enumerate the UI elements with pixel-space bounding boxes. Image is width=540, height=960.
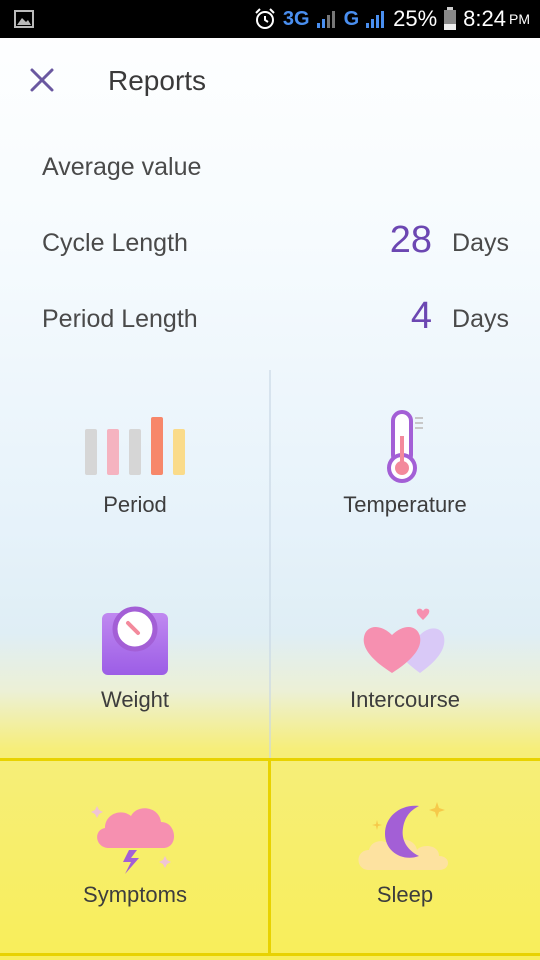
page-title: Reports [108,65,207,96]
intercourse-label: Intercourse [349,687,461,712]
clock-time: 8:24 [463,6,506,31]
report-category-grid: Period Temperature Weight Intercourse Sy… [0,370,540,956]
period-length-label: Period Length [42,305,198,333]
toolbar: Reports [0,38,540,124]
period-length-value: 4 [410,295,432,337]
weight-label: Weight [100,687,170,712]
period-length-unit: Days [452,305,509,333]
scale-icon [102,606,168,675]
average-heading: Average value [42,153,202,181]
battery-percent: 25% [393,6,438,31]
symptoms-label: Symptoms [83,882,187,907]
sleep-label: Sleep [376,882,434,907]
period-report-tile[interactable]: Period [0,370,270,565]
symptoms-report-tile[interactable]: Symptoms [0,760,270,955]
signal-icon-1 [316,11,335,28]
cycle-length-value: 28 [389,219,432,261]
period-length-row: Period Length 4 Days [0,295,540,345]
weight-report-tile[interactable]: Weight [0,565,270,760]
close-button[interactable] [24,62,60,98]
temperature-report-tile[interactable]: Temperature [270,370,540,565]
close-icon [30,68,54,92]
moon-cloud-icon [358,802,448,870]
alarm-icon [255,8,275,29]
intercourse-report-tile[interactable]: Intercourse [270,565,540,760]
clock-ampm: PM [509,11,530,27]
battery-icon [444,7,457,30]
network-g-label: G [343,7,360,30]
hearts-icon [363,608,445,673]
temperature-label: Temperature [343,492,467,517]
network-3g-label: 3G [282,7,310,30]
cycle-length-unit: Days [452,229,509,257]
gallery-notification-icon [14,10,34,28]
bar-chart-icon [85,417,185,475]
period-label: Period [103,492,167,517]
cycle-length-row: Cycle Length 28 Days [0,219,540,269]
cycle-length-label: Cycle Length [42,229,188,257]
thermometer-icon [387,410,423,483]
status-bar: 3G G 25% 8:24 PM [0,0,540,38]
sleep-report-tile[interactable]: Sleep [270,760,540,955]
storm-cloud-icon [91,806,175,874]
signal-icon-2 [366,11,385,28]
